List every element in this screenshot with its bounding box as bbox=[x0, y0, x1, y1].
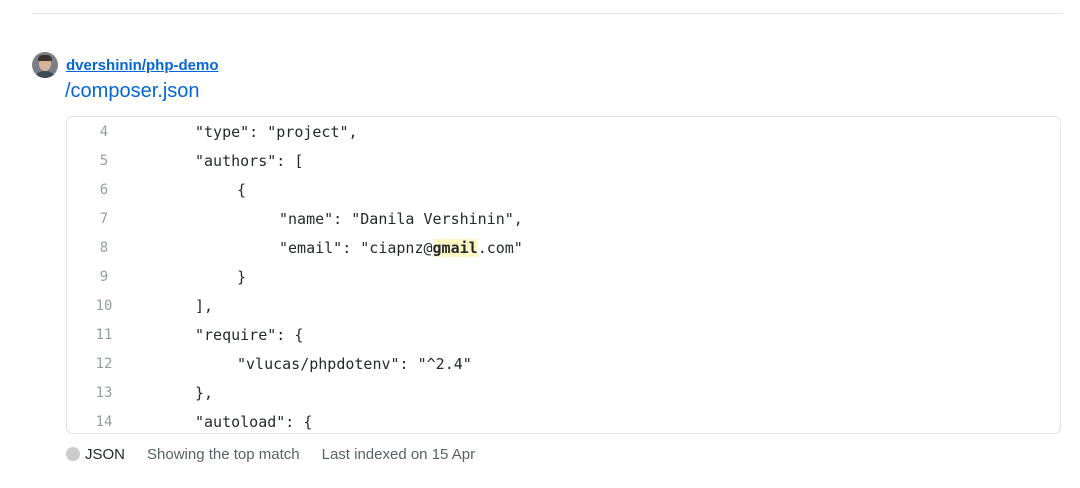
code-text: "authors": [ bbox=[195, 151, 304, 170]
avatar[interactable] bbox=[32, 52, 58, 78]
code-text: "email": "ciapnz@gmail.com" bbox=[279, 238, 523, 257]
code-text: "type": "project", bbox=[195, 122, 358, 141]
code-line: 12 "vlucas/phpdotenv": "^2.4" bbox=[67, 349, 1060, 378]
top-divider bbox=[32, 13, 1062, 14]
code-text: ], bbox=[195, 296, 214, 315]
code-line: 8 "email": "ciapnz@gmail.com" bbox=[67, 233, 1060, 262]
code-line: 5 "authors": [ bbox=[67, 146, 1060, 175]
code-line: 14 "autoload": { bbox=[67, 407, 1060, 433]
code-line: 9 } bbox=[67, 262, 1060, 291]
line-number: 7 bbox=[99, 210, 109, 227]
code-text: { bbox=[237, 180, 247, 199]
code-text: "require": { bbox=[195, 325, 304, 344]
code-line: 7 "name": "Danila Vershinin", bbox=[67, 204, 1060, 233]
line-number: 10 bbox=[95, 297, 113, 314]
avatar-hair bbox=[38, 55, 52, 61]
result-footer: JSON Showing the top match Last indexed … bbox=[66, 442, 475, 466]
language-color-dot bbox=[66, 447, 80, 461]
code-line: 13 }, bbox=[67, 378, 1060, 407]
file-path-link[interactable]: /composer.json bbox=[65, 80, 200, 103]
code-line: 4 "type": "project", bbox=[67, 117, 1060, 146]
code-text: "autoload": { bbox=[195, 412, 313, 431]
line-number: 12 bbox=[95, 355, 113, 372]
code-text-pre: "email": "ciapnz@ bbox=[279, 238, 433, 257]
language-label: JSON bbox=[85, 445, 126, 463]
line-number: 8 bbox=[99, 239, 109, 256]
code-text: }, bbox=[195, 383, 214, 402]
code-line: 6 { bbox=[67, 175, 1060, 204]
line-number: 6 bbox=[99, 181, 109, 198]
line-number: 13 bbox=[95, 384, 113, 401]
last-indexed-text: Last indexed on 15 Apr bbox=[321, 445, 476, 463]
line-number: 5 bbox=[99, 152, 109, 169]
code-line: 11 "require": { bbox=[67, 320, 1060, 349]
line-number: 11 bbox=[95, 326, 113, 343]
code-line: 10 ], bbox=[67, 291, 1060, 320]
code-text: "vlucas/phpdotenv": "^2.4" bbox=[237, 354, 472, 373]
repo-link[interactable]: dvershinin/php-demo bbox=[66, 57, 219, 74]
repo-header: dvershinin/php-demo bbox=[32, 51, 219, 79]
code-snippet[interactable]: 4 "type": "project", 5 "authors": [ 6 { … bbox=[66, 116, 1061, 434]
code-text: "name": "Danila Vershinin", bbox=[279, 209, 523, 228]
line-number: 9 bbox=[99, 268, 109, 285]
code-text: } bbox=[237, 267, 247, 286]
code-text-post: .com" bbox=[477, 238, 523, 257]
line-number: 14 bbox=[95, 413, 113, 430]
line-number: 4 bbox=[99, 123, 109, 140]
search-match-highlight: gmail bbox=[432, 238, 478, 257]
avatar-shirt bbox=[34, 71, 56, 78]
match-info: Showing the top match bbox=[147, 445, 300, 463]
